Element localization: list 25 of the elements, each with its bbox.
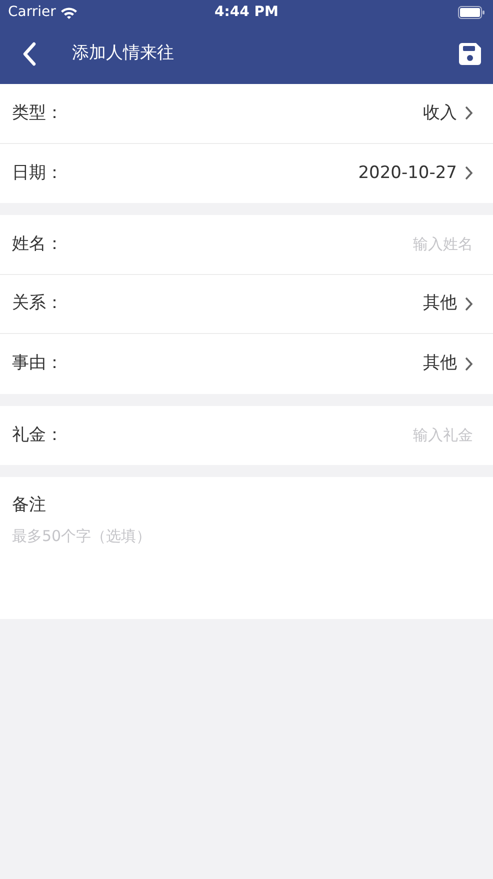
back-button[interactable] [22, 42, 36, 66]
chevron-icon [465, 106, 473, 120]
wifi-icon [60, 6, 78, 18]
field-label: 类型： [12, 102, 63, 124]
input-field[interactable]: 输入礼金 [273, 424, 473, 446]
field-label: 关系： [12, 292, 63, 315]
field-label: 礼金： [12, 424, 63, 446]
select-field[interactable]: 其他 [423, 291, 473, 316]
status-time: 4:44 PM [214, 2, 280, 22]
field-label: 姓名： [12, 232, 63, 256]
input-field[interactable]: 输入姓名 [273, 233, 473, 256]
screen-title: 添加人情来往 [72, 42, 175, 66]
select-field[interactable]: 收入 [423, 100, 473, 126]
chevron-icon [465, 356, 473, 371]
chevron-icon [465, 296, 473, 311]
save-button[interactable] [459, 43, 481, 65]
chevron-icon [465, 166, 473, 180]
field-label: 日期： [12, 162, 63, 184]
carrier-label: Carrier [8, 2, 56, 22]
field-label: 事由： [12, 352, 63, 375]
notes-label: 备注 [12, 494, 47, 517]
select-field[interactable]: 2020-10-27 [358, 160, 473, 186]
battery-icon [458, 6, 485, 18]
select-field[interactable]: 其他 [423, 351, 473, 376]
notes-field[interactable]: 最多50个字（选填） [0, 518, 493, 618]
